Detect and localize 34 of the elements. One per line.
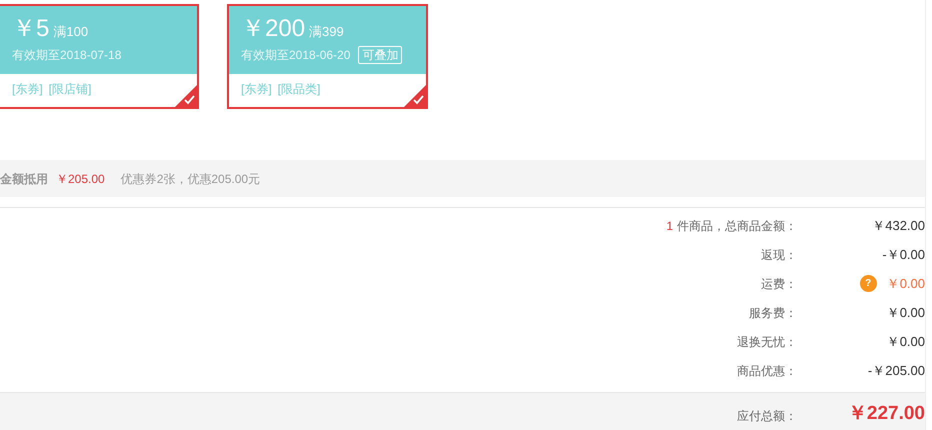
selected-check-icon [404,85,426,107]
coupon-validity: 有效期至2018-06-20 [241,47,350,64]
discount-label: 金额抵用 [0,170,48,188]
coupon-condition: 满399 [309,23,344,41]
discount-amount: ￥205.00 [56,170,105,188]
summary-label: 返现： [761,246,797,264]
summary-value: ￥432.00 [872,216,925,235]
coupon-amount: ￥5 [12,14,50,44]
item-count: 1 [666,218,673,234]
coupon-card[interactable]: ￥5 满100 有效期至2018-07-18 [东券] [限店铺] [0,4,199,109]
summary-label: 退换无忧： [737,334,797,350]
coupon-condition: 满100 [53,23,88,41]
stackable-badge: 可叠加 [358,46,402,64]
coupon-validity: 有效期至2018-07-18 [12,47,122,64]
summary-label: 件商品，总商品金额： [677,218,797,234]
total-label: 应付总额： [737,408,797,425]
coupon-tag: [东券] [241,80,272,98]
total-value: ￥227.00 [846,402,925,426]
selected-check-icon [175,85,197,107]
summary-label: 运费： [761,276,797,292]
summary-value: -￥205.00 [868,362,925,380]
discount-note: 优惠券2张，优惠205.00元 [120,170,260,188]
coupon-tag: [限品类] [278,80,320,98]
summary-value: -￥0.00 [882,246,925,264]
coupon-card[interactable]: ￥200 满399 有效期至2018-06-20 可叠加 [东券] [限品类] [227,4,428,109]
summary-label: 服务费： [749,304,797,322]
coupon-tag: [限店铺] [48,80,92,98]
summary-label: 商品优惠： [737,362,797,380]
summary-value: ￥0.00 [886,274,925,293]
coupon-tag: [东券] [12,80,43,98]
help-icon[interactable]: ? [860,275,877,292]
coupon-amount: ￥200 [241,14,306,44]
summary-value: ￥0.00 [886,304,925,322]
summary-value: ￥0.00 [886,332,925,351]
